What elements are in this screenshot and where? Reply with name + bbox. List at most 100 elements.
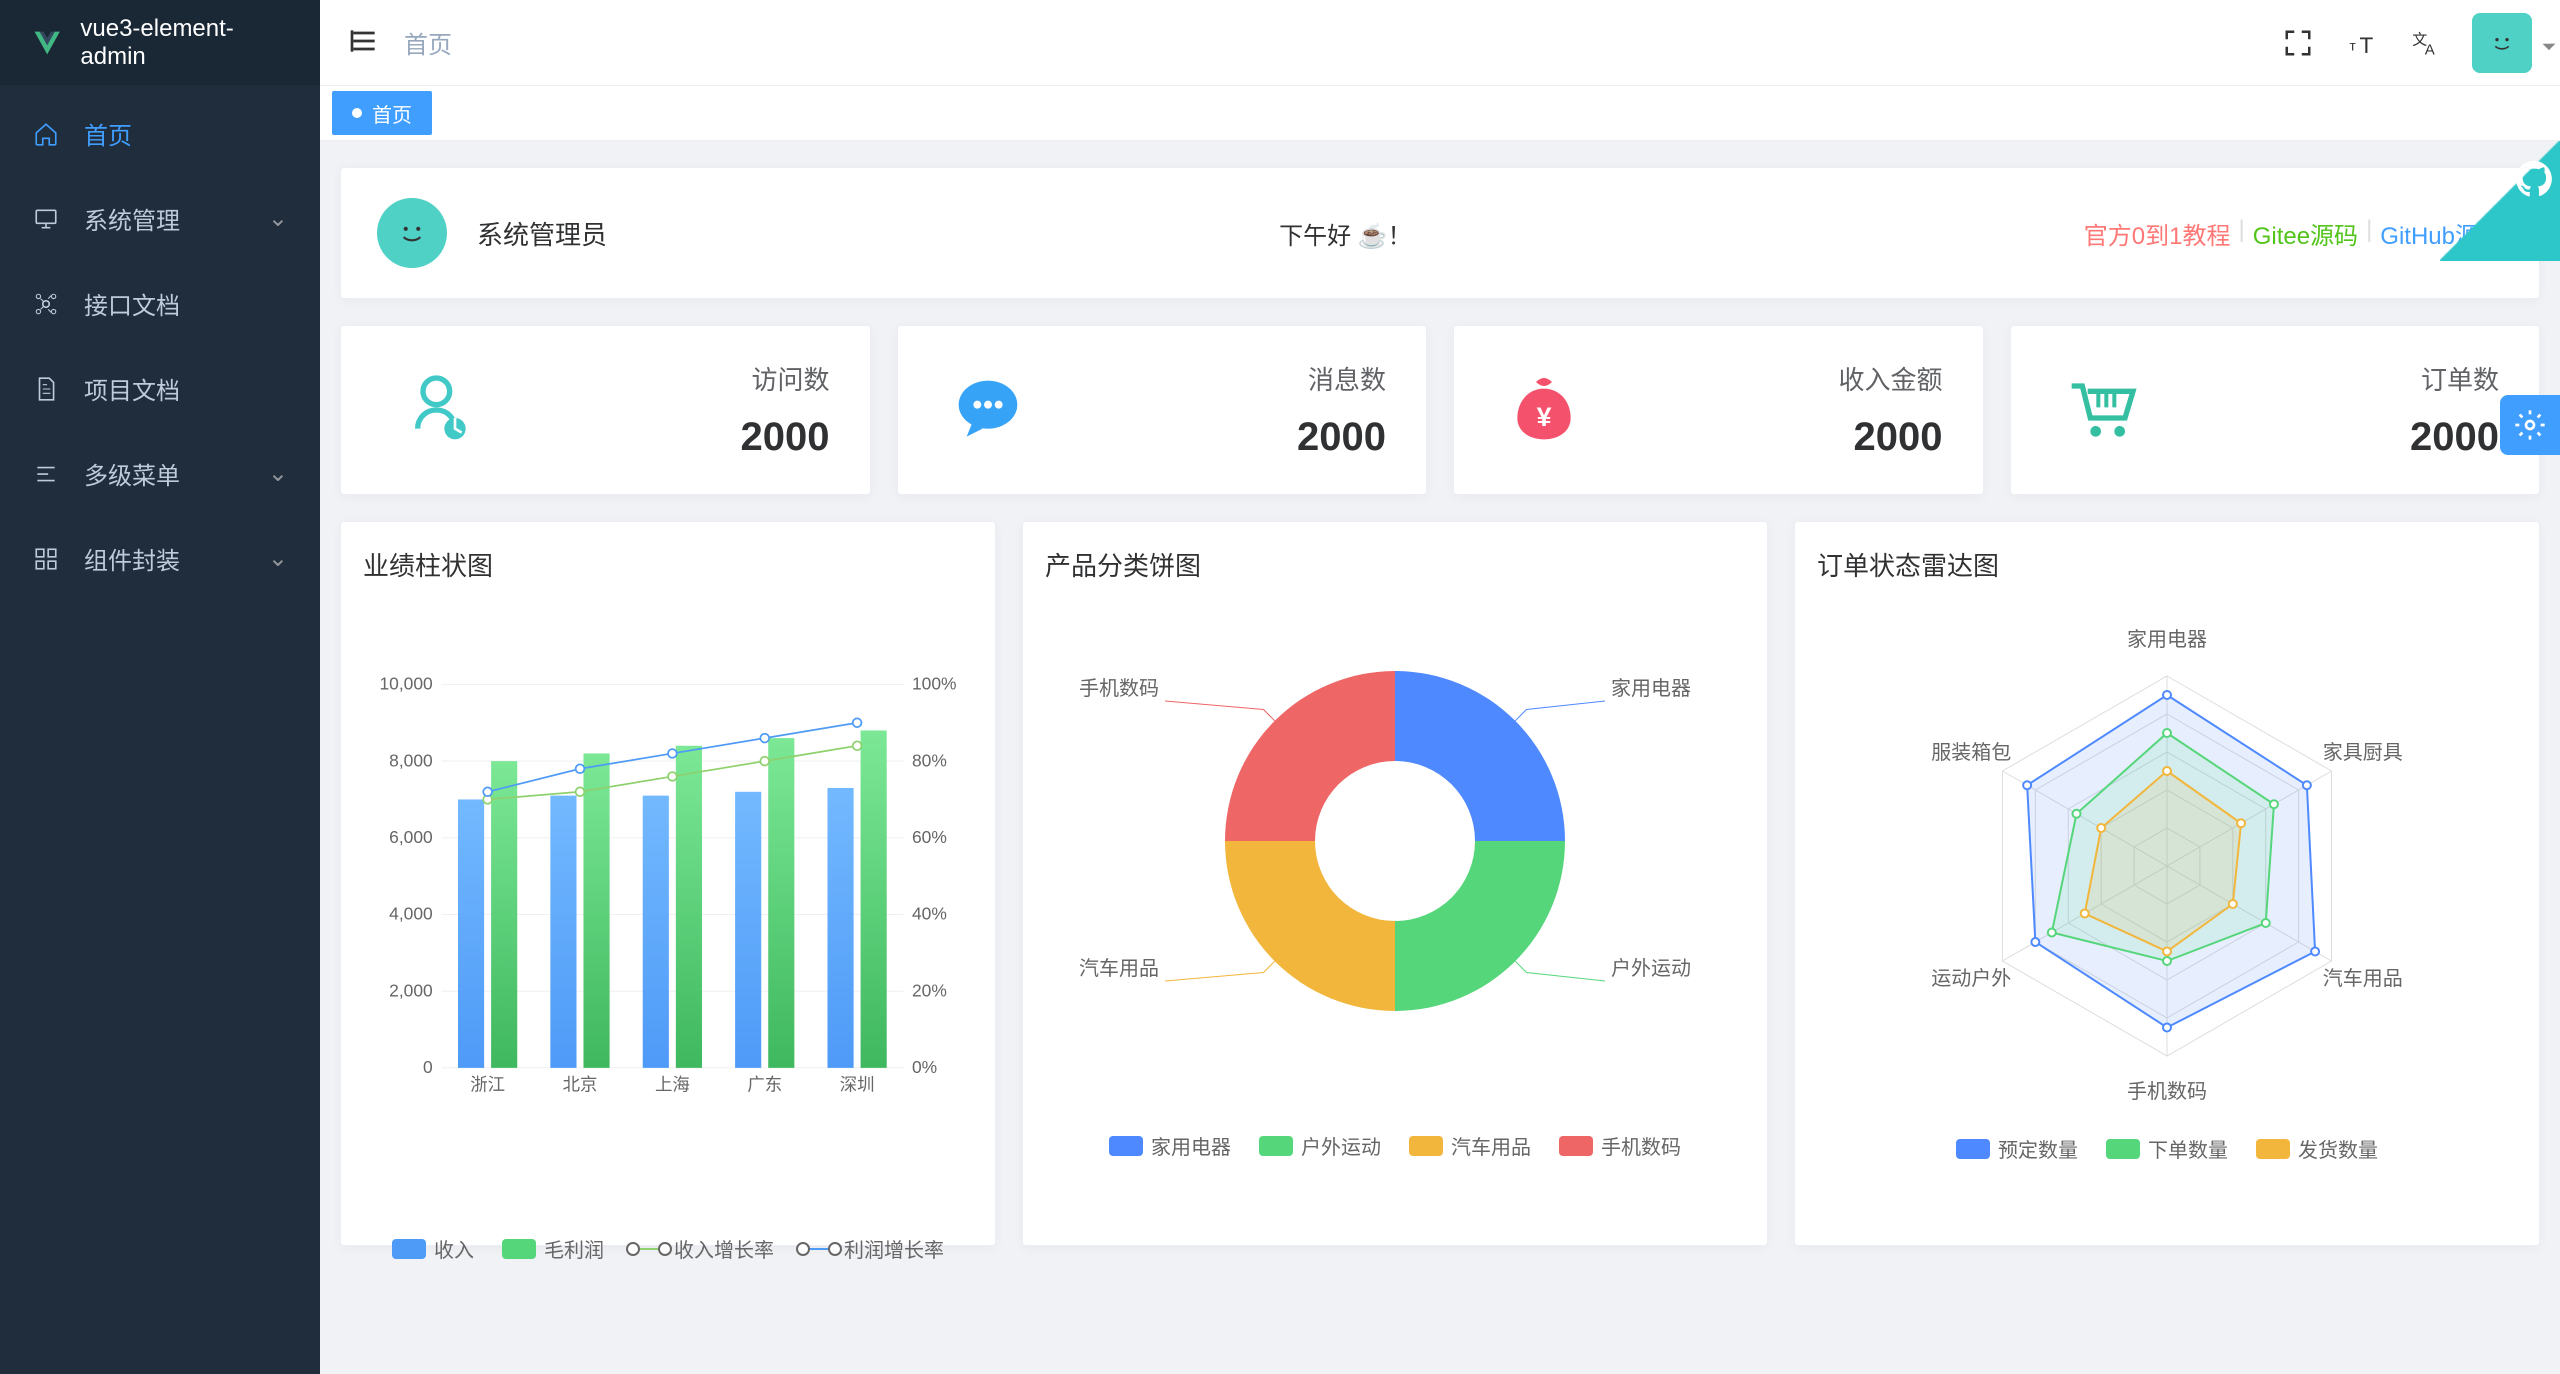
sidebar-item-api[interactable]: 接口文档	[0, 261, 320, 346]
user-name: 系统管理员	[477, 215, 607, 252]
settings-button[interactable]	[2500, 395, 2560, 455]
svg-text:运动户外: 运动户外	[1931, 967, 2011, 990]
welcome-link-0[interactable]: 官方0到1教程	[2084, 216, 2231, 251]
pie-chart: 家用电器户外运动汽车用品手机数码	[1045, 601, 1745, 1101]
sidebar-item-label: 多级菜单	[84, 456, 244, 491]
monitor-icon	[32, 205, 60, 233]
radar-chart-title: 订单状态雷达图	[1817, 546, 2517, 583]
svg-text:家用电器: 家用电器	[1611, 677, 1691, 700]
github-cat-icon	[2512, 157, 2556, 201]
svg-text:40%: 40%	[912, 904, 947, 924]
sidebar-item-label: 系统管理	[84, 201, 244, 236]
sidebar-toggle-button[interactable]	[348, 25, 380, 60]
sidebar-item-doc[interactable]: 项目文档	[0, 346, 320, 431]
pie-chart-legend: 家用电器户外运动汽车用品手机数码	[1045, 1131, 1745, 1160]
stat-label: 订单数	[2151, 360, 2500, 397]
stat-card-user: 访问数2000	[340, 325, 871, 495]
sidebar-item-grid[interactable]: 组件封装 ⌄	[0, 516, 320, 601]
language-button[interactable]: 文A	[2408, 25, 2444, 61]
sidebar-item-multi[interactable]: 多级菜单 ⌄	[0, 431, 320, 516]
svg-text:0: 0	[423, 1057, 433, 1077]
sidebar-logo[interactable]: vue3-element-admin	[0, 0, 320, 85]
message-icon	[938, 360, 1038, 460]
svg-text:手机数码: 手机数码	[2127, 1080, 2207, 1103]
greeting-text: 下午好 ☕！	[637, 216, 2054, 251]
legend-item[interactable]: 汽车用品	[1409, 1131, 1531, 1160]
sidebar-item-monitor[interactable]: 系统管理⌄	[0, 176, 320, 261]
radar-chart-card: 订单状态雷达图 家用电器家具厨具汽车用品手机数码运动户外服装箱包 预定数量下单数…	[1794, 521, 2540, 1246]
money-icon: ¥	[1494, 360, 1594, 460]
app-name: vue3-element-admin	[80, 15, 288, 71]
svg-text:20%: 20%	[912, 980, 947, 1000]
github-ribbon[interactable]	[2440, 141, 2560, 261]
sidebar-item-label: 接口文档	[84, 286, 288, 321]
stat-card-message: 消息数2000	[897, 325, 1428, 495]
svg-text:广东: 广东	[747, 1075, 782, 1095]
legend-item[interactable]: 收入增长率	[632, 1234, 774, 1263]
svg-text:户外运动: 户外运动	[1611, 957, 1691, 980]
svg-text:¥: ¥	[1537, 402, 1552, 432]
legend-item[interactable]: 户外运动	[1259, 1131, 1381, 1160]
sidebar-item-home[interactable]: 首页	[0, 91, 320, 176]
svg-text:深圳: 深圳	[840, 1075, 875, 1095]
stat-label: 收入金额	[1594, 360, 1943, 397]
radar-chart: 家用电器家具厨具汽车用品手机数码运动户外服装箱包	[1817, 601, 2517, 1121]
doc-icon	[32, 375, 60, 403]
stats-row: 访问数2000消息数2000¥收入金额2000订单数2000	[340, 325, 2540, 495]
legend-item[interactable]: 利润增长率	[802, 1234, 944, 1263]
bar-chart-card: 业绩柱状图 00%2,00020%4,00040%6,00060%8,00080…	[340, 521, 996, 1246]
legend-item[interactable]: 家用电器	[1109, 1131, 1231, 1160]
stat-value: 2000	[1594, 415, 1943, 460]
svg-text:家具厨具: 家具厨具	[2323, 741, 2403, 764]
legend-item[interactable]: 收入	[392, 1234, 474, 1263]
stat-value: 2000	[2151, 415, 2500, 460]
chevron-down-icon: ⌄	[268, 459, 288, 488]
legend-item[interactable]: 下单数量	[2106, 1134, 2228, 1163]
sidebar: vue3-element-admin 首页系统管理⌄接口文档项目文档多级菜单⌄组…	[0, 0, 320, 1374]
legend-item[interactable]: 发货数量	[2256, 1134, 2378, 1163]
navbar: 首页 тT 文A	[320, 0, 2560, 85]
welcome-card: 系统管理员 下午好 ☕！ 官方0到1教程|Gitee源码|GitHub源码	[340, 167, 2540, 299]
user-avatar	[377, 198, 447, 268]
user-avatar-dropdown[interactable]	[2472, 13, 2532, 73]
svg-text:汽车用品: 汽车用品	[1079, 957, 1159, 980]
svg-text:北京: 北京	[563, 1075, 598, 1095]
legend-item[interactable]: 手机数码	[1559, 1131, 1681, 1160]
svg-text:8,000: 8,000	[389, 750, 433, 770]
avatar-icon	[2482, 23, 2522, 63]
bar-chart-legend: 收入毛利润收入增长率利润增长率	[363, 1234, 973, 1263]
multi-icon	[32, 460, 60, 488]
svg-text:A: A	[2425, 41, 2435, 58]
language-icon: 文A	[2411, 28, 2441, 58]
svg-text:т: т	[2350, 38, 2357, 53]
fontsize-icon: тT	[2347, 28, 2377, 58]
bar-chart-title: 业绩柱状图	[363, 546, 973, 583]
svg-text:60%: 60%	[912, 827, 947, 847]
svg-text:汽车用品: 汽车用品	[2323, 967, 2403, 990]
sidebar-item-label: 首页	[84, 116, 288, 151]
chevron-down-icon: ⌄	[268, 544, 288, 573]
tag-home[interactable]: 首页	[332, 91, 432, 135]
stat-card-money: ¥ 收入金额 2000	[1453, 325, 1984, 495]
legend-item[interactable]: 预定数量	[1956, 1134, 2078, 1163]
stat-value: 2000	[1038, 415, 1387, 460]
fullscreen-icon	[2283, 28, 2313, 58]
fullscreen-button[interactable]	[2280, 25, 2316, 61]
gear-icon	[2514, 409, 2546, 441]
pie-chart-card: 产品分类饼图 家用电器户外运动汽车用品手机数码 家用电器户外运动汽车用品手机数码	[1022, 521, 1768, 1246]
bar-chart: 00%2,00020%4,00040%6,00060%8,00080%10,00…	[363, 601, 973, 1221]
svg-text:上海: 上海	[655, 1075, 690, 1095]
svg-text:浙江: 浙江	[470, 1075, 505, 1095]
font-size-button[interactable]: тT	[2344, 25, 2380, 61]
hamburger-icon	[348, 25, 380, 57]
welcome-link-1[interactable]: Gitee源码	[2253, 216, 2358, 251]
sidebar-item-label: 项目文档	[84, 371, 288, 406]
sidebar-menu: 首页系统管理⌄ 接口文档项目文档多级菜单 ⌄ 组件封装 ⌄	[0, 85, 320, 1374]
user-icon	[381, 360, 481, 460]
stat-label: 访问数	[481, 360, 830, 397]
legend-item[interactable]: 毛利润	[502, 1234, 604, 1263]
svg-text:80%: 80%	[912, 750, 947, 770]
stat-card-cart: 订单数 2000	[2010, 325, 2541, 495]
sidebar-item-label: 组件封装	[84, 541, 244, 576]
svg-text:100%: 100%	[912, 674, 957, 694]
